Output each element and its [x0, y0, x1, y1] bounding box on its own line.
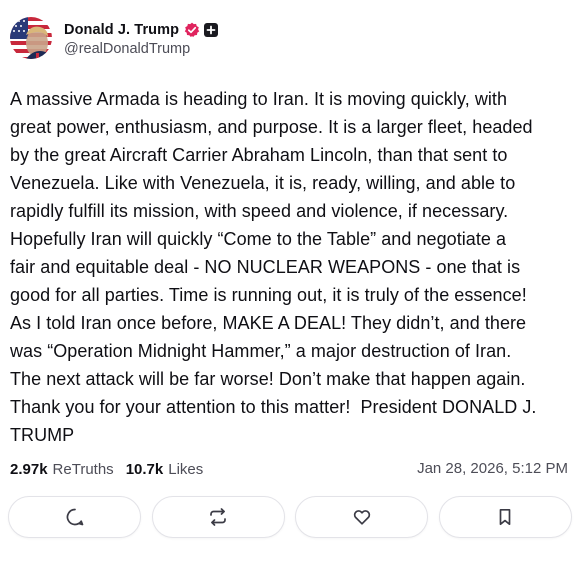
post-stats: 2.97k ReTruths 10.7k Likes [10, 459, 203, 479]
bookmark-icon [495, 507, 515, 527]
author-identity: Donald J. Trump @realDonaldTrump [64, 19, 219, 57]
retruth-button[interactable] [151, 496, 285, 538]
retruths-count[interactable]: 2.97k [10, 461, 48, 478]
heart-icon [352, 507, 372, 527]
author-display-name[interactable]: Donald J. Trump [64, 22, 179, 38]
post-timestamp[interactable]: Jan 28, 2026, 5:12 PM [417, 459, 568, 479]
like-button[interactable] [295, 496, 429, 538]
bookmark-button[interactable] [438, 496, 572, 538]
truth-post: Donald J. Trump @realDonaldTrump A massi… [0, 0, 584, 565]
post-actions [8, 496, 572, 538]
name-row: Donald J. Trump [64, 19, 219, 41]
author-avatar[interactable] [10, 17, 52, 59]
comment-icon [65, 507, 85, 527]
retruths-label[interactable]: ReTruths [53, 461, 114, 478]
likes-count[interactable]: 10.7k [126, 461, 164, 478]
verified-badge-icon [184, 22, 200, 38]
retruth-icon [208, 507, 228, 527]
post-body-text: A massive Armada is heading to Iran. It … [10, 89, 537, 445]
reply-button[interactable] [8, 496, 141, 538]
likes-label[interactable]: Likes [168, 461, 203, 478]
post-header: Donald J. Trump @realDonaldTrump [10, 16, 219, 60]
author-handle[interactable]: @realDonaldTrump [64, 41, 218, 57]
plus-badge-icon [204, 23, 219, 37]
